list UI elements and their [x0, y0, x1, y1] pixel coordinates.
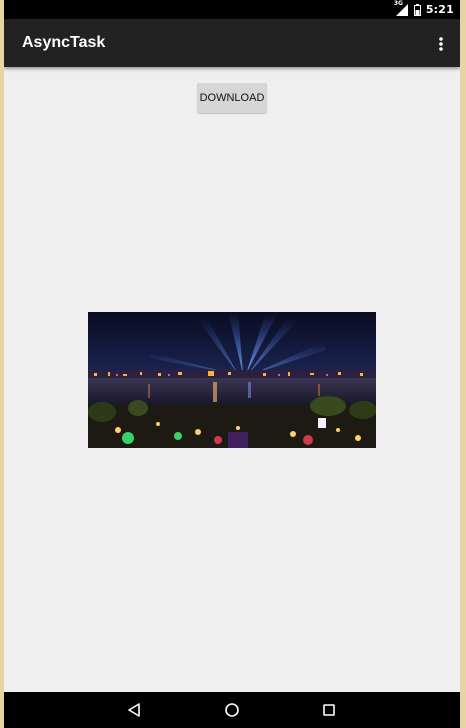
status-icons: 3G 5:21 [394, 0, 454, 19]
battery-icon [413, 3, 421, 16]
downloaded-image [88, 312, 376, 448]
download-button[interactable]: DOWNLOAD [197, 83, 267, 113]
more-vert-icon[interactable] [438, 36, 444, 51]
status-bar: 3G 5:21 [4, 0, 460, 19]
network-type-label: 3G [393, 0, 403, 7]
app-bar: AsyncTask [4, 19, 460, 67]
main-content: DOWNLOAD [4, 67, 460, 692]
device-screen: 3G 5:21 AsyncTask DOWNLOAD [4, 0, 460, 728]
app-title: AsyncTask [22, 34, 106, 51]
nav-bar [4, 692, 460, 728]
status-time: 5:21 [425, 3, 454, 16]
back-icon[interactable] [126, 701, 144, 719]
home-icon[interactable] [223, 701, 241, 719]
recents-icon[interactable] [320, 701, 338, 719]
signal-icon: 3G [394, 0, 409, 16]
